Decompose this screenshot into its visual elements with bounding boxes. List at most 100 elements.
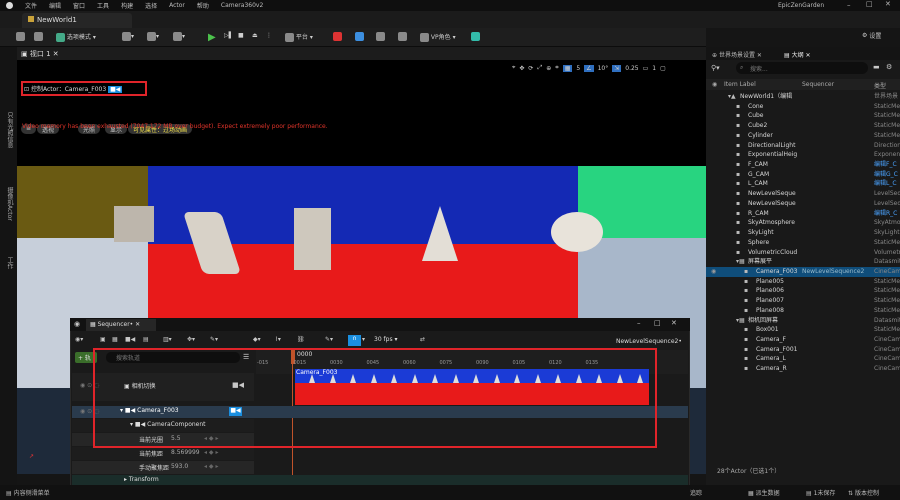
grid-snap-value[interactable]: 5 bbox=[576, 65, 580, 72]
outliner-row[interactable]: ▪ SkyLight SkyLight bbox=[706, 228, 900, 238]
play-options-button[interactable]: ⋮ bbox=[266, 32, 272, 39]
seq-view-icon[interactable]: ⇄ bbox=[420, 336, 425, 343]
sequencer-close-button[interactable]: ✕ bbox=[671, 319, 677, 327]
outliner-row[interactable]: ▪ NewLevelSeque LevelSeq bbox=[706, 189, 900, 199]
column-type[interactable]: 类型 bbox=[874, 81, 886, 90]
side-tab-work[interactable]: 工作 bbox=[5, 257, 14, 269]
window-close-button[interactable]: ✕ bbox=[885, 0, 891, 8]
visibility-eye-icon[interactable]: ◉ bbox=[711, 267, 716, 277]
outliner-row[interactable]: ▪ R_CAM 编辑R_C bbox=[706, 209, 900, 219]
seq-world-icon[interactable]: ◉▾ bbox=[75, 336, 83, 343]
outliner-row[interactable]: ▪ Camera_F001 CineCam bbox=[706, 345, 900, 355]
outliner-row[interactable]: ▪ NewLevelSeque LevelSeq bbox=[706, 199, 900, 209]
source-control-button[interactable]: ⇅ 版本控制 bbox=[848, 488, 879, 497]
trace-button[interactable]: 追踪 bbox=[690, 488, 702, 497]
seq-tools-icon[interactable]: ✎▾ bbox=[210, 336, 218, 343]
outliner-row[interactable]: ▪ Cube2 StaticMe bbox=[706, 121, 900, 131]
outliner-row[interactable]: ▪ Plane007 StaticMe bbox=[706, 296, 900, 306]
outliner-row[interactable]: ▪ DirectionalLight Direction bbox=[706, 141, 900, 151]
outliner-tab[interactable]: ▤ 大纲 ✕ bbox=[784, 50, 811, 59]
transform-track-row[interactable] bbox=[72, 475, 688, 485]
menu-select[interactable]: 选择 bbox=[145, 1, 157, 10]
outliner-row[interactable]: ▪ Cone StaticMe bbox=[706, 102, 900, 112]
outliner-row[interactable]: ▪ Box001 StaticMe bbox=[706, 325, 900, 335]
seq-keyframe-icon[interactable]: ◆▾ bbox=[253, 336, 261, 343]
platform-dropdown[interactable]: 平台 ▾ bbox=[285, 32, 313, 42]
seq-draw-icon[interactable]: ✎▾ bbox=[325, 336, 333, 343]
seq-render-icon[interactable]: ▤ bbox=[143, 336, 149, 343]
sequencer-minimize-button[interactable]: – bbox=[637, 319, 641, 327]
menu-actor[interactable]: Actor bbox=[169, 2, 185, 9]
add-content-icon[interactable]: ▾ bbox=[122, 32, 134, 41]
filter-icon[interactable]: ⚲▾ bbox=[711, 64, 720, 72]
tool-icon-1[interactable] bbox=[333, 32, 342, 41]
maximize-viewport-icon[interactable]: ▢ bbox=[660, 65, 666, 72]
outliner-row[interactable]: ▾▦ 相机回屏幕 Datasmit bbox=[706, 316, 900, 326]
cinematics-icon[interactable]: ▾ bbox=[173, 32, 185, 41]
ue-logo-icon[interactable] bbox=[6, 2, 13, 9]
select-icon[interactable]: ⌖ bbox=[512, 64, 515, 72]
visibility-column-icon[interactable]: ◉ bbox=[712, 81, 717, 88]
outliner-row[interactable]: ▪ Sphere StaticMe bbox=[706, 238, 900, 248]
camera-speed-value[interactable]: 1 bbox=[652, 65, 656, 72]
angle-snap-value[interactable]: 10° bbox=[598, 65, 609, 72]
outliner-row[interactable]: ▪ F_CAM 编辑F_C bbox=[706, 160, 900, 170]
outliner-row[interactable]: ▪ Camera_F CineCam bbox=[706, 335, 900, 345]
stop-button[interactable]: ■ bbox=[238, 32, 244, 39]
world-icon[interactable]: ⊕ bbox=[546, 65, 551, 72]
menu-window[interactable]: 窗口 bbox=[73, 1, 85, 10]
world-settings-tab[interactable]: ⊕ 世界场景设置 ✕ bbox=[712, 50, 762, 59]
seq-mode-icon[interactable]: ✥▾ bbox=[187, 336, 195, 343]
snap-options-icon[interactable]: ▾ bbox=[362, 336, 365, 343]
pilot-camera-icon[interactable]: ■◀ bbox=[108, 86, 123, 93]
seq-camera-icon[interactable]: ■◀ bbox=[125, 336, 135, 343]
fps-dropdown[interactable]: 30 fps ▾ bbox=[374, 336, 398, 343]
side-tab-lighting[interactable]: 只有光照信息 bbox=[5, 112, 14, 148]
save-icon[interactable] bbox=[16, 32, 25, 41]
play-button[interactable]: ▶ bbox=[208, 32, 216, 43]
outliner-row[interactable]: ▪ VolumetricCloud Volumetr bbox=[706, 248, 900, 258]
seq-curve-icon[interactable]: ⌇▾ bbox=[275, 336, 281, 343]
outliner-row[interactable]: ▪ G_CAM 编辑G_C bbox=[706, 170, 900, 180]
new-folder-icon[interactable]: ▬ bbox=[873, 63, 880, 71]
angle-snap-icon[interactable]: ∠ bbox=[584, 64, 594, 72]
menu-file[interactable]: 文件 bbox=[25, 1, 37, 10]
menu-help[interactable]: 帮助 bbox=[197, 1, 209, 10]
tool-icon-3[interactable] bbox=[376, 32, 385, 41]
tool-icon-2[interactable] bbox=[355, 32, 364, 41]
key-nav-icons-3[interactable]: ◂ ◆ ▸ bbox=[204, 463, 218, 470]
outliner-row[interactable]: ▾▲ NewWorld1（编辑 世界场景 bbox=[706, 92, 900, 102]
column-item-label[interactable]: Item Label bbox=[724, 81, 756, 88]
sequencer-maximize-button[interactable]: □ bbox=[654, 319, 661, 327]
outliner-row[interactable]: ▪ Plane005 StaticMe bbox=[706, 277, 900, 287]
move-icon[interactable]: ✥ bbox=[519, 65, 524, 72]
menu-build[interactable]: 构建 bbox=[121, 1, 133, 10]
eject-button[interactable]: ⏏ bbox=[252, 32, 258, 39]
focal-length-value[interactable]: 8.569999 bbox=[171, 449, 200, 456]
menu-tools[interactable]: 工具 bbox=[97, 1, 109, 10]
surface-snap-icon[interactable]: ⌗ bbox=[555, 64, 558, 72]
document-tab[interactable]: NewWorld1 bbox=[22, 13, 132, 28]
settings-button[interactable]: ⚙ 设置 bbox=[862, 31, 881, 40]
seq-playback-icon[interactable]: ▥▾ bbox=[163, 336, 172, 343]
outliner-row[interactable]: ◉ ▪ Camera_F003 NewLevelSequence2 CineCam bbox=[706, 266, 900, 277]
scale-snap-value[interactable]: 0.25 bbox=[625, 65, 638, 72]
outliner-row[interactable]: ▪ Plane006 StaticMe bbox=[706, 286, 900, 296]
viewport-tab[interactable]: ▣ 视口 1 ✕ bbox=[21, 49, 59, 59]
side-tab-camera[interactable]: 摄像机Actor bbox=[5, 187, 14, 221]
tool-icon-4[interactable] bbox=[398, 32, 407, 41]
outliner-row[interactable]: ▪ ExponentialHeig Exponent bbox=[706, 150, 900, 160]
camera-speed-icon[interactable]: ▭ bbox=[643, 65, 649, 72]
outliner-row[interactable]: ▪ Cylinder StaticMe bbox=[706, 131, 900, 141]
derived-data-button[interactable]: ▦ 派生数据 bbox=[748, 488, 780, 497]
outliner-row[interactable]: ▪ L_CAM 编辑L_C bbox=[706, 179, 900, 189]
menu-camera360[interactable]: Camera360v2 bbox=[221, 2, 263, 9]
unsaved-button[interactable]: ▤ 1未保存 bbox=[806, 488, 835, 497]
tool-icon-5[interactable] bbox=[471, 32, 480, 41]
outliner-settings-icon[interactable]: ⚙ bbox=[886, 63, 892, 71]
outliner-row[interactable]: ▪ Camera_L CineCam bbox=[706, 354, 900, 364]
window-maximize-button[interactable]: □ bbox=[866, 0, 873, 8]
outliner-row[interactable]: ▪ SkyAtmosphere SkyAtmo bbox=[706, 218, 900, 228]
magnet-snap-icon[interactable]: ∩ bbox=[348, 335, 361, 346]
rotate-icon[interactable]: ⟳ bbox=[528, 65, 533, 72]
